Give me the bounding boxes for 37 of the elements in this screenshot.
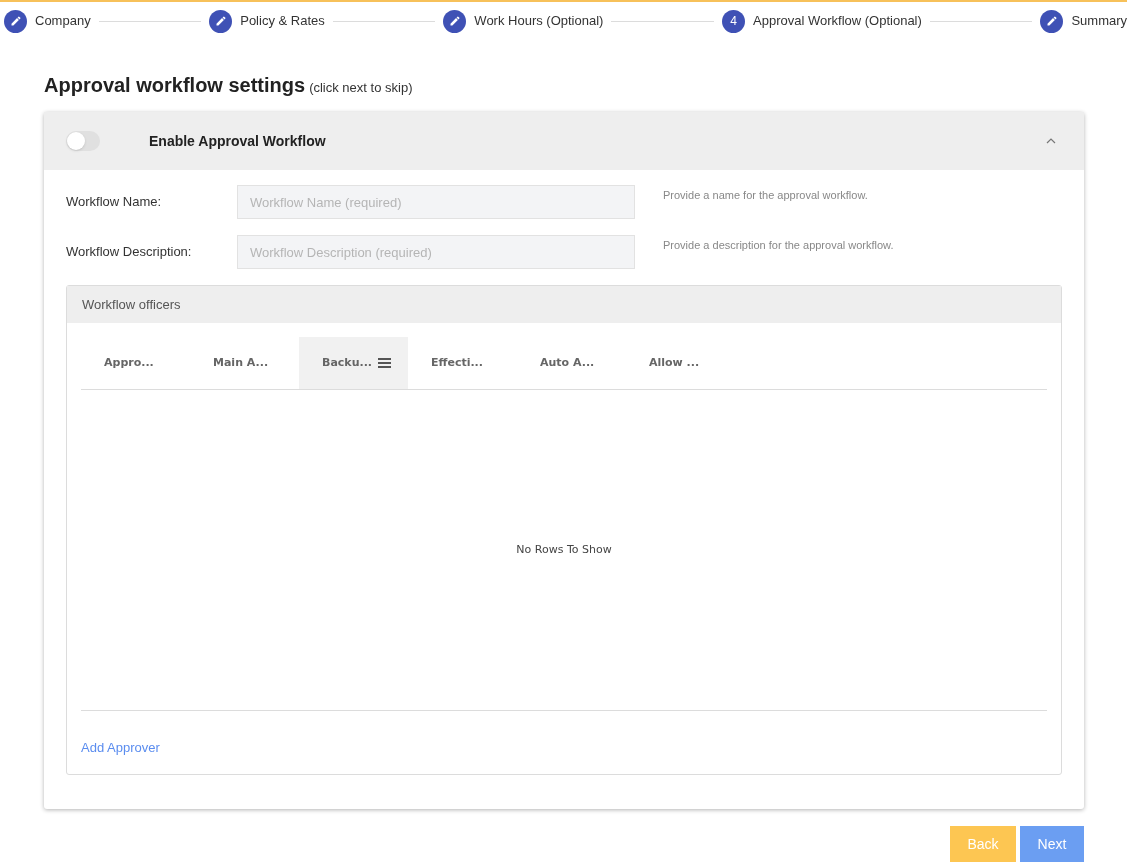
field-label: Workflow Name: [66,193,163,211]
help-text: Provide a description for the approval workflow. [663,238,894,253]
help-text: Provide a name for the approval workflow. [663,188,868,203]
column-label: Backu... [322,354,372,371]
menu-icon[interactable] [378,358,391,368]
step-label: Summary [1071,12,1127,31]
empty-message: No Rows To Show [516,541,612,558]
step[interactable]: Summary [1040,9,1127,33]
pencil-icon [448,15,461,27]
step[interactable]: Company [4,9,91,33]
pencil-icon [214,15,227,27]
panel-header[interactable]: Enable Approval Workflow [44,112,1084,170]
column-label: Main A... [213,354,269,371]
add-approver-link[interactable]: Add Approver [81,740,160,755]
chevron-up-icon[interactable] [1046,138,1056,144]
column-label: Effecti... [431,354,483,371]
pencil-icon [1045,15,1058,27]
step-label: Approval Workflow (Optional) [753,12,922,31]
text-field[interactable]: Workflow Description (required) [237,235,635,269]
step-label: Policy & Rates [240,12,325,31]
page-subtitle: (click next to skip) [309,79,413,97]
step[interactable]: Work Hours (Optional) [443,9,604,33]
step-label: Company [35,12,91,31]
column-header[interactable]: Backu... [299,337,408,389]
field-label: Workflow Description: [66,243,193,261]
page-title: Approval workflow settings [44,73,306,98]
toggle-label: Enable Approval Workflow [149,131,326,151]
toggle-switch[interactable] [66,131,100,151]
pencil-icon [9,15,22,27]
step[interactable]: Policy & Rates [209,9,325,33]
officers-title: Workflow officers [82,295,181,314]
column-label: Allow ... [649,354,700,371]
step-label: Work Hours (Optional) [474,12,604,31]
column-label: Appro... [104,354,154,371]
text-field[interactable]: Workflow Name (required) [237,185,635,219]
column-label: Auto A... [540,354,595,371]
step[interactable]: 4 Approval Workflow (Optional) [722,9,922,33]
